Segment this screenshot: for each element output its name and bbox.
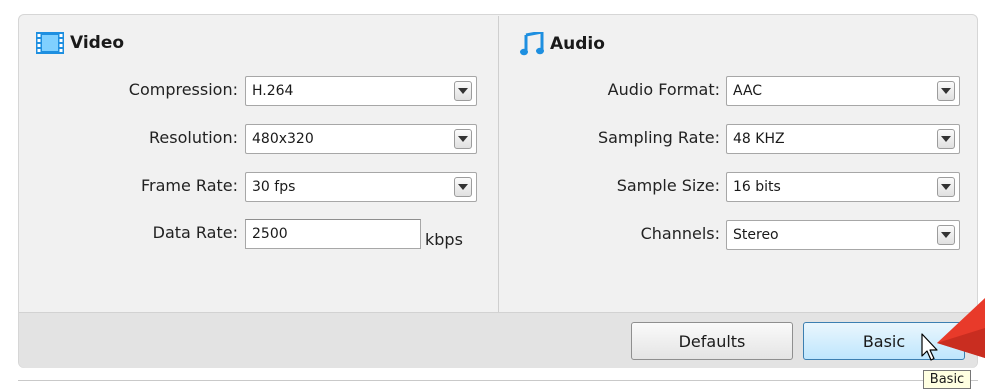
channels-select[interactable]: Stereo xyxy=(726,220,960,250)
chevron-down-icon[interactable] xyxy=(454,177,472,197)
music-note-icon xyxy=(520,32,544,56)
resolution-select[interactable]: 480x320 xyxy=(245,124,477,154)
chevron-down-icon[interactable] xyxy=(454,81,472,101)
audio-format-select[interactable]: AAC xyxy=(726,76,960,106)
sampling-rate-value: 48 KHZ xyxy=(733,131,785,147)
frame-rate-value: 30 fps xyxy=(252,179,296,195)
mouse-cursor-icon xyxy=(921,333,938,361)
chevron-down-icon[interactable] xyxy=(937,177,955,197)
chevron-down-icon[interactable] xyxy=(937,225,955,245)
video-section-title: Video xyxy=(36,32,124,54)
bottom-separator xyxy=(18,380,978,381)
chevron-down-icon[interactable] xyxy=(937,129,955,149)
red-pointer-arrow-icon xyxy=(937,298,985,358)
channels-value: Stereo xyxy=(733,227,779,243)
defaults-button[interactable]: Defaults xyxy=(631,322,793,360)
chevron-down-icon[interactable] xyxy=(454,129,472,149)
frame-rate-label: Frame Rate: xyxy=(140,176,238,195)
data-rate-label: Data Rate: xyxy=(152,223,238,242)
channels-label: Channels: xyxy=(640,224,720,243)
video-title-label: Video xyxy=(70,33,125,53)
basic-tooltip: Basic xyxy=(923,370,971,389)
audio-section-title: Audio xyxy=(520,32,605,56)
sampling-rate-select[interactable]: 48 KHZ xyxy=(726,124,960,154)
resolution-label: Resolution: xyxy=(149,128,238,147)
audio-title-label: Audio xyxy=(550,34,605,54)
compression-select[interactable]: H.264 xyxy=(245,76,477,106)
sample-size-label: Sample Size: xyxy=(616,176,720,195)
compression-label: Compression: xyxy=(128,80,238,99)
compression-value: H.264 xyxy=(252,83,294,99)
resolution-value: 480x320 xyxy=(252,131,314,147)
sample-size-select[interactable]: 16 bits xyxy=(726,172,960,202)
sample-size-value: 16 bits xyxy=(733,179,781,195)
audio-format-value: AAC xyxy=(733,83,763,99)
frame-rate-select[interactable]: 30 fps xyxy=(245,172,477,202)
sampling-rate-label: Sampling Rate: xyxy=(597,128,720,147)
section-divider xyxy=(498,16,499,312)
data-rate-unit: kbps xyxy=(425,230,463,249)
data-rate-input[interactable]: 2500 xyxy=(245,219,421,249)
data-rate-value: 2500 xyxy=(252,226,288,242)
film-icon xyxy=(36,32,64,54)
audio-format-label: Audio Format: xyxy=(607,80,720,99)
chevron-down-icon[interactable] xyxy=(937,81,955,101)
